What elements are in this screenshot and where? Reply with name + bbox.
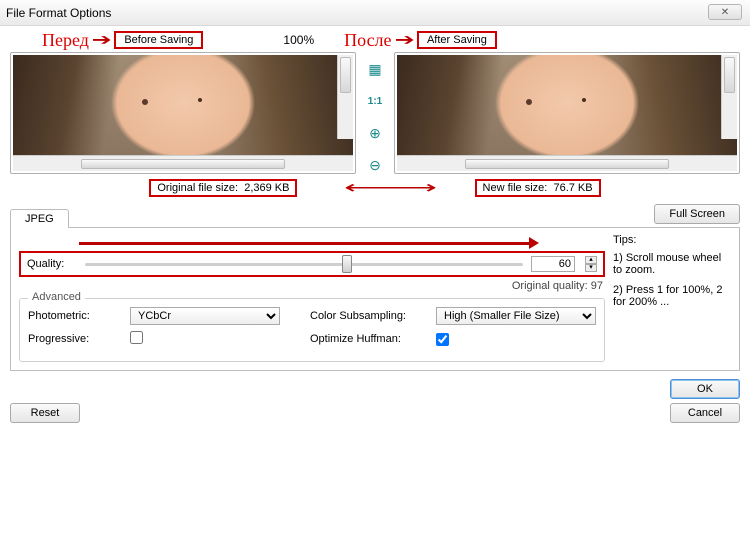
advanced-group: Advanced Photometric: YCbCr Color Subsam… — [19, 298, 605, 362]
cancel-button[interactable]: Cancel — [670, 403, 740, 423]
preview-toolstrip: ▦ 1:1 ⊕ ⊖ — [362, 52, 388, 174]
progressive-checkbox[interactable] — [130, 331, 143, 344]
preview-before-pane — [10, 52, 356, 174]
after-saving-label: After Saving — [417, 31, 497, 49]
arrow-icon: ⟵ ⟶ — [344, 178, 428, 198]
reset-button[interactable]: Reset — [10, 403, 80, 423]
full-screen-button[interactable]: Full Screen — [654, 204, 740, 224]
annotation-after-ru: После — [344, 30, 391, 51]
progressive-label: Progressive: — [28, 333, 124, 345]
original-quality-label: Original quality: 97 — [19, 280, 603, 292]
quality-label: Quality: — [27, 258, 77, 270]
zoom-percent: 100% — [283, 33, 314, 47]
tip-item: 2) Press 1 for 100%, 2 for 200% ... — [613, 284, 731, 308]
huffman-checkbox[interactable] — [436, 333, 449, 346]
quality-stepper[interactable]: ▴▾ — [585, 256, 597, 272]
photometric-select[interactable]: YCbCr — [130, 307, 280, 325]
zoom-in-icon[interactable]: ⊕ — [366, 124, 384, 142]
crop-tool-icon[interactable]: ▦ — [366, 60, 384, 78]
annotation-row: Перед ➔ Before Saving 100% После ➔ After… — [10, 30, 740, 50]
arrow-icon: ➔ — [92, 30, 112, 50]
before-saving-label: Before Saving — [114, 31, 203, 49]
quality-slider[interactable] — [85, 263, 523, 266]
zoom-out-icon[interactable]: ⊖ — [366, 156, 384, 174]
original-file-size: Original file size: 2,369 KB — [149, 179, 297, 197]
vertical-scrollbar[interactable] — [721, 55, 737, 139]
actual-size-icon[interactable]: 1:1 — [366, 92, 384, 110]
tip-item: 1) Scroll mouse wheel to zoom. — [613, 252, 731, 276]
tab-jpeg[interactable]: JPEG — [10, 209, 69, 228]
subsampling-label: Color Subsampling: — [310, 310, 430, 322]
window-title: File Format Options — [6, 6, 111, 20]
preview-after-pane — [394, 52, 740, 174]
quality-input[interactable] — [531, 256, 575, 272]
preview-before-image[interactable] — [13, 55, 353, 155]
window-titlebar: File Format Options ✕ — [0, 0, 750, 26]
arrow-icon: ➔ — [394, 30, 414, 50]
annotation-before-ru: Перед — [42, 30, 89, 51]
tips-panel: Tips: 1) Scroll mouse wheel to zoom. 2) … — [613, 234, 731, 362]
huffman-label: Optimize Huffman: — [310, 333, 430, 345]
horizontal-scrollbar[interactable] — [397, 155, 737, 171]
ok-button[interactable]: OK — [670, 379, 740, 399]
window-close-button[interactable]: ✕ — [708, 4, 742, 20]
advanced-legend: Advanced — [28, 291, 85, 303]
tips-header: Tips: — [613, 234, 731, 246]
photometric-label: Photometric: — [28, 310, 124, 322]
vertical-scrollbar[interactable] — [337, 55, 353, 139]
preview-after-image[interactable] — [397, 55, 737, 155]
horizontal-scrollbar[interactable] — [13, 155, 353, 171]
subsampling-select[interactable]: High (Smaller File Size) — [436, 307, 596, 325]
new-file-size: New file size: 76.7 KB — [475, 179, 601, 197]
annotation-arrow — [19, 236, 605, 250]
